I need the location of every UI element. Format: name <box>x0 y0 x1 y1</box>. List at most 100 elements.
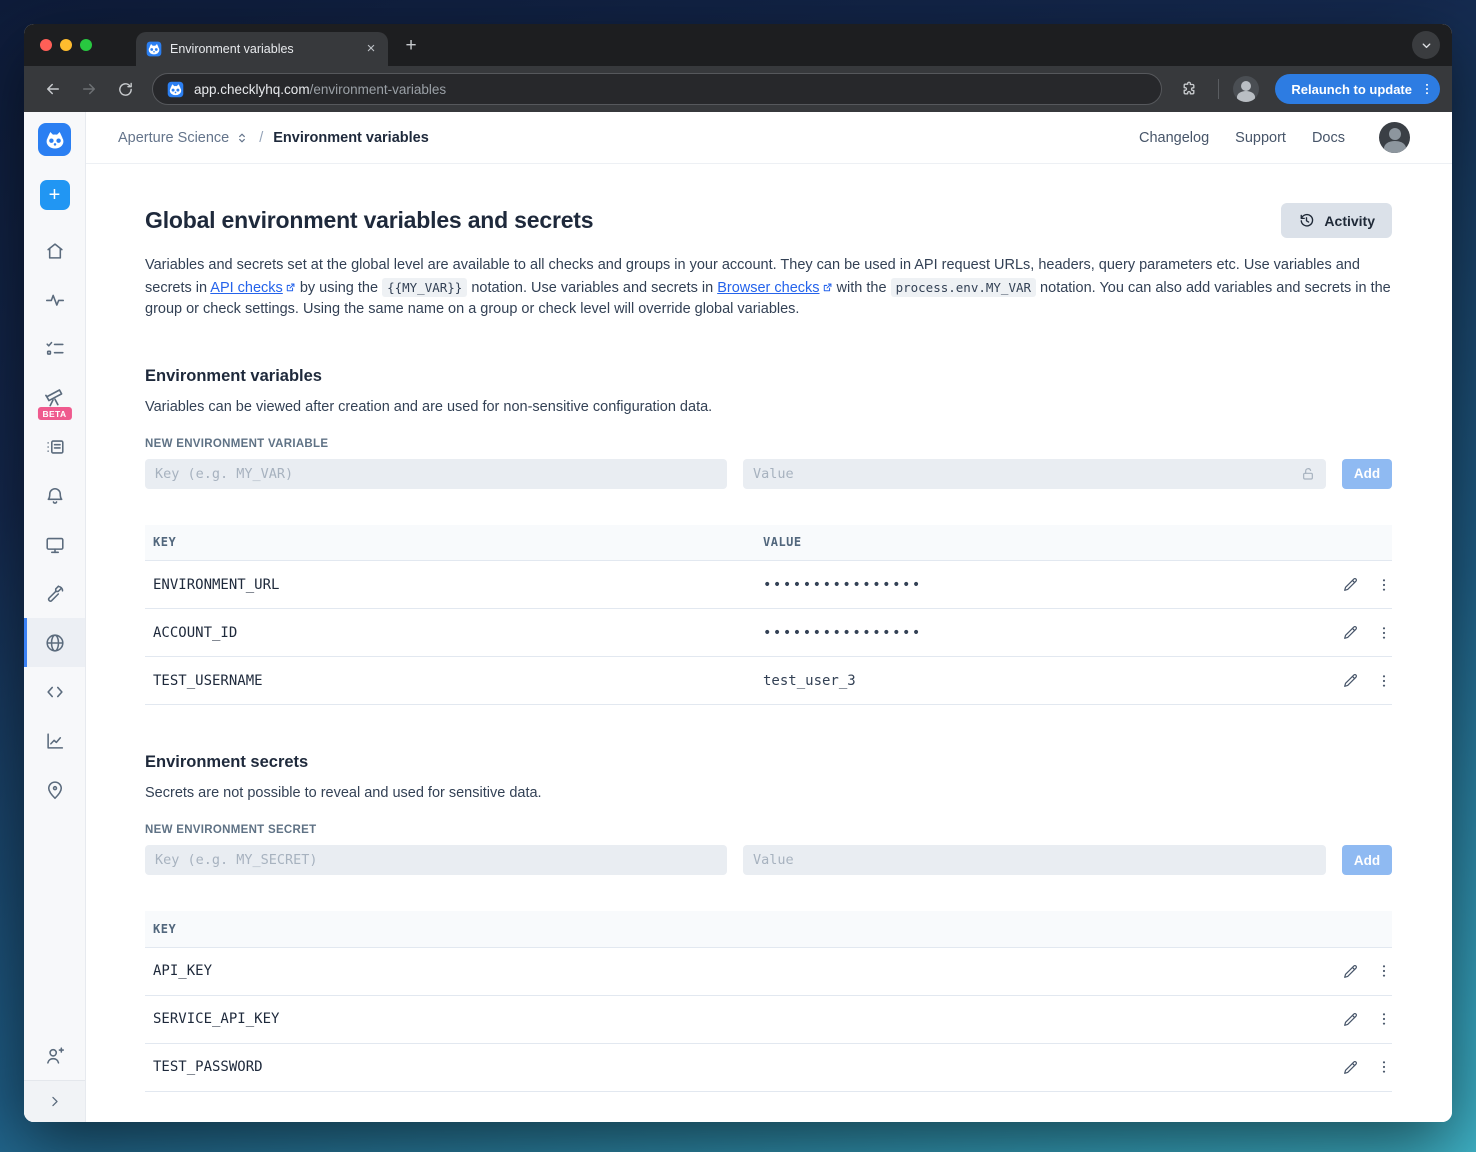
secret-key-input[interactable] <box>145 845 727 875</box>
sidebar-item-checks[interactable] <box>24 324 85 373</box>
sidebar-item-analytics[interactable] <box>24 716 85 765</box>
globe-icon <box>45 633 64 652</box>
intro-text: with the <box>832 279 891 296</box>
table-row: ENVIRONMENT_URL •••••••••••••••• <box>145 560 1392 609</box>
browser-window: Environment variables × + app.checklyhq.… <box>24 24 1452 1122</box>
checkly-logo[interactable] <box>38 123 71 156</box>
new-tab-button[interactable]: + <box>398 33 424 59</box>
sidebar-item-snippets[interactable] <box>24 667 85 716</box>
external-link-icon <box>822 282 833 293</box>
account-switcher[interactable]: Aperture Science <box>118 130 249 146</box>
code-process-env: process.env.MY_VAR <box>890 277 1037 297</box>
pulse-icon <box>45 294 64 306</box>
sidebar-item-environment-variables[interactable] <box>24 618 85 667</box>
relaunch-to-update-button[interactable]: Relaunch to update <box>1275 74 1440 104</box>
url-path: /environment-variables <box>309 81 447 97</box>
row-menu-button[interactable] <box>1376 1011 1392 1027</box>
pencil-icon <box>1344 1012 1357 1026</box>
edit-secret-button[interactable] <box>1342 1059 1359 1076</box>
secret-key: TEST_PASSWORD <box>145 1043 755 1092</box>
sidebar-item-locations[interactable] <box>24 765 85 814</box>
column-header-key: KEY <box>145 524 755 561</box>
kebab-menu-icon <box>1426 83 1428 95</box>
variable-key: ENVIRONMENT_URL <box>145 560 755 609</box>
sidebar-expand-button[interactable] <box>24 1080 85 1122</box>
variables-description: Variables can be viewed after creation a… <box>145 398 713 415</box>
tab-close-icon[interactable]: × <box>362 40 380 58</box>
edit-secret-button[interactable] <box>1342 963 1359 980</box>
variables-table-header: KEY VALUE <box>145 524 1392 561</box>
edit-variable-button[interactable] <box>1342 576 1359 593</box>
maximize-window-button[interactable] <box>80 39 92 51</box>
extensions-button[interactable] <box>1174 74 1204 104</box>
kebab-menu-icon <box>1382 965 1386 977</box>
breadcrumb-separator: / <box>259 129 264 146</box>
pencil-icon <box>1344 1060 1357 1074</box>
tab-search-chevron-button[interactable] <box>1412 31 1440 59</box>
row-menu-button[interactable] <box>1376 625 1392 641</box>
reload-button[interactable] <box>110 74 140 104</box>
wrench-icon <box>47 584 63 602</box>
sidebar-item-logs[interactable] <box>24 422 85 471</box>
sidebar-item-alerts[interactable] <box>24 471 85 520</box>
code-my-var: {{MY_VAR}} <box>382 277 468 297</box>
arrow-right-icon <box>83 83 95 95</box>
breadcrumb-page: Environment variables <box>273 129 429 146</box>
beta-badge: BETA <box>37 407 72 420</box>
create-new-button[interactable]: + <box>39 180 70 210</box>
sidebar-item-telescope-beta[interactable]: BETA <box>24 373 85 422</box>
browser-profile-avatar[interactable] <box>1233 76 1260 102</box>
docs-link[interactable]: Docs <box>1312 130 1345 146</box>
table-row: TEST_USERNAME test_user_3 <box>145 656 1392 705</box>
sidebar-item-invite-user[interactable] <box>24 1031 85 1080</box>
back-button[interactable] <box>38 74 68 104</box>
row-menu-button[interactable] <box>1376 963 1392 979</box>
activity-button[interactable]: Activity <box>1281 203 1392 238</box>
variable-key: ACCOUNT_ID <box>145 608 755 657</box>
column-header-key: KEY <box>145 911 755 948</box>
sidebar-item-maintenance[interactable] <box>24 569 85 618</box>
secrets-description: Secrets are not possible to reveal and u… <box>145 785 542 801</box>
pencil-icon <box>1344 626 1357 639</box>
variable-value: test_user_3 <box>755 656 1320 705</box>
add-secret-button[interactable]: Add <box>1342 845 1392 875</box>
home-icon <box>46 242 63 259</box>
sidebar-item-home[interactable] <box>24 226 85 275</box>
url-bar[interactable]: app.checklyhq.com/environment-variables <box>152 73 1163 105</box>
edit-variable-button[interactable] <box>1342 672 1359 689</box>
column-header-empty <box>755 911 1320 948</box>
edit-variable-button[interactable] <box>1342 624 1359 641</box>
browser-tab[interactable]: Environment variables × <box>136 32 388 66</box>
content-column: Aperture Science / Environment variables… <box>86 112 1452 1122</box>
api-checks-link[interactable]: API checks <box>210 280 283 296</box>
browser-tabstrip: Environment variables × + <box>24 24 1452 66</box>
secret-value-wrap <box>743 845 1326 875</box>
add-variable-button[interactable]: Add <box>1342 458 1392 489</box>
row-menu-button[interactable] <box>1376 577 1392 593</box>
variable-key-input[interactable] <box>145 458 727 489</box>
forward-button[interactable] <box>74 74 104 104</box>
support-link[interactable]: Support <box>1235 130 1286 146</box>
row-menu-button[interactable] <box>1376 673 1392 689</box>
column-header-actions <box>1320 911 1392 948</box>
sidebar-item-monitoring[interactable] <box>24 275 85 324</box>
secrets-table: KEY API_KEY SERVICE_API_KEY TEST_PASSWOR… <box>145 911 1392 1092</box>
secret-value-input[interactable] <box>743 845 1326 875</box>
url-text: app.checklyhq.com/environment-variables <box>194 82 446 97</box>
changelog-link[interactable]: Changelog <box>1139 130 1209 146</box>
minimize-window-button[interactable] <box>60 39 72 51</box>
edit-secret-button[interactable] <box>1342 1011 1359 1028</box>
sidebar-item-dashboards[interactable] <box>24 520 85 569</box>
user-avatar[interactable] <box>1379 122 1410 153</box>
close-window-button[interactable] <box>40 39 52 51</box>
kebab-menu-icon <box>1382 1013 1386 1025</box>
row-menu-button[interactable] <box>1376 1059 1392 1075</box>
kebab-menu-icon <box>1382 1061 1386 1073</box>
arrow-left-icon <box>47 83 59 95</box>
variable-value-input[interactable] <box>743 458 1326 489</box>
table-row: TEST_PASSWORD <box>145 1043 1392 1092</box>
new-variable-label: NEW ENVIRONMENT VARIABLE <box>145 437 329 450</box>
browser-checks-link[interactable]: Browser checks <box>717 280 819 296</box>
secrets-table-header: KEY <box>145 911 1392 948</box>
secret-key: API_KEY <box>145 947 755 996</box>
